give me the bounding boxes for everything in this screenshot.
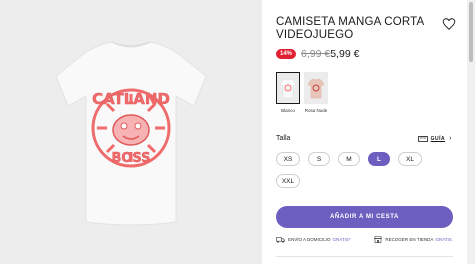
graphic-text-bottom: BOSS — [111, 151, 150, 166]
price-row: 14% 6,99 € 5,99 € — [276, 47, 359, 61]
discount-badge: 14% — [276, 49, 297, 59]
heart-icon[interactable] — [442, 17, 456, 31]
new-price: 5,99 € — [330, 48, 360, 60]
product-info-panel: CAMISETA MANGA CORTA VIDEOJUEGO 14% 6,99… — [262, 0, 467, 264]
product-title: CAMISETA MANGA CORTA VIDEOJUEGO — [276, 16, 424, 41]
store-pickup-label: RECOGER EN TIENDA — [385, 237, 434, 242]
tshirt-illustration: CATLAND BOSS — [55, 41, 207, 226]
chevron-right-icon: › — [449, 135, 452, 142]
graphic-text-top: CATLAND — [92, 90, 170, 108]
store-icon — [374, 236, 383, 243]
size-option-xl[interactable]: XL — [398, 152, 422, 166]
color-swatch-blanco[interactable]: Blanco — [276, 72, 300, 113]
size-guide-label: GUÍA — [430, 135, 446, 142]
color-swatch-rosa-nude[interactable]: Rosa Nude — [304, 72, 328, 113]
home-delivery-price: GRATIS* — [332, 237, 351, 242]
swatch-thumbnail — [304, 72, 328, 104]
ruler-icon — [417, 135, 428, 142]
size-header: Talla GUÍA › — [276, 135, 452, 142]
product-image[interactable]: CATLAND BOSS — [0, 0, 262, 264]
swatch-label: Rosa Nude — [304, 108, 328, 113]
swatch-thumbnail — [276, 72, 300, 104]
divider — [276, 256, 453, 257]
store-pickup-info[interactable]: RECOGER EN TIENDA GRATIS. — [374, 236, 453, 243]
size-option-xxl[interactable]: XXL — [276, 174, 300, 188]
shipping-options: ENVÍO A DOMICILIO GRATIS* RECOGER EN TIE… — [276, 236, 453, 243]
size-option-l[interactable]: L — [368, 152, 390, 166]
swatch-label: Blanco — [281, 108, 295, 113]
size-title: Talla — [276, 135, 291, 142]
size-option-xs[interactable]: XS — [276, 152, 300, 166]
size-guide-link[interactable]: GUÍA › — [417, 135, 452, 142]
size-option-s[interactable]: S — [308, 152, 330, 166]
store-pickup-price: GRATIS. — [435, 237, 453, 242]
size-option-m[interactable]: M — [338, 152, 360, 166]
size-options: XS S M L XL XXL — [276, 152, 452, 196]
page-scrollbar[interactable] — [467, 0, 475, 264]
scrollbar-thumb[interactable] — [469, 2, 473, 62]
old-price: 6,99 € — [301, 48, 331, 60]
add-to-cart-button[interactable]: AÑADIR A MI CESTA — [276, 206, 453, 228]
truck-icon — [276, 236, 285, 243]
home-delivery-info[interactable]: ENVÍO A DOMICILIO GRATIS* — [276, 236, 351, 243]
home-delivery-label: ENVÍO A DOMICILIO — [288, 237, 331, 242]
color-swatches: Blanco Rosa Nude — [276, 72, 332, 113]
